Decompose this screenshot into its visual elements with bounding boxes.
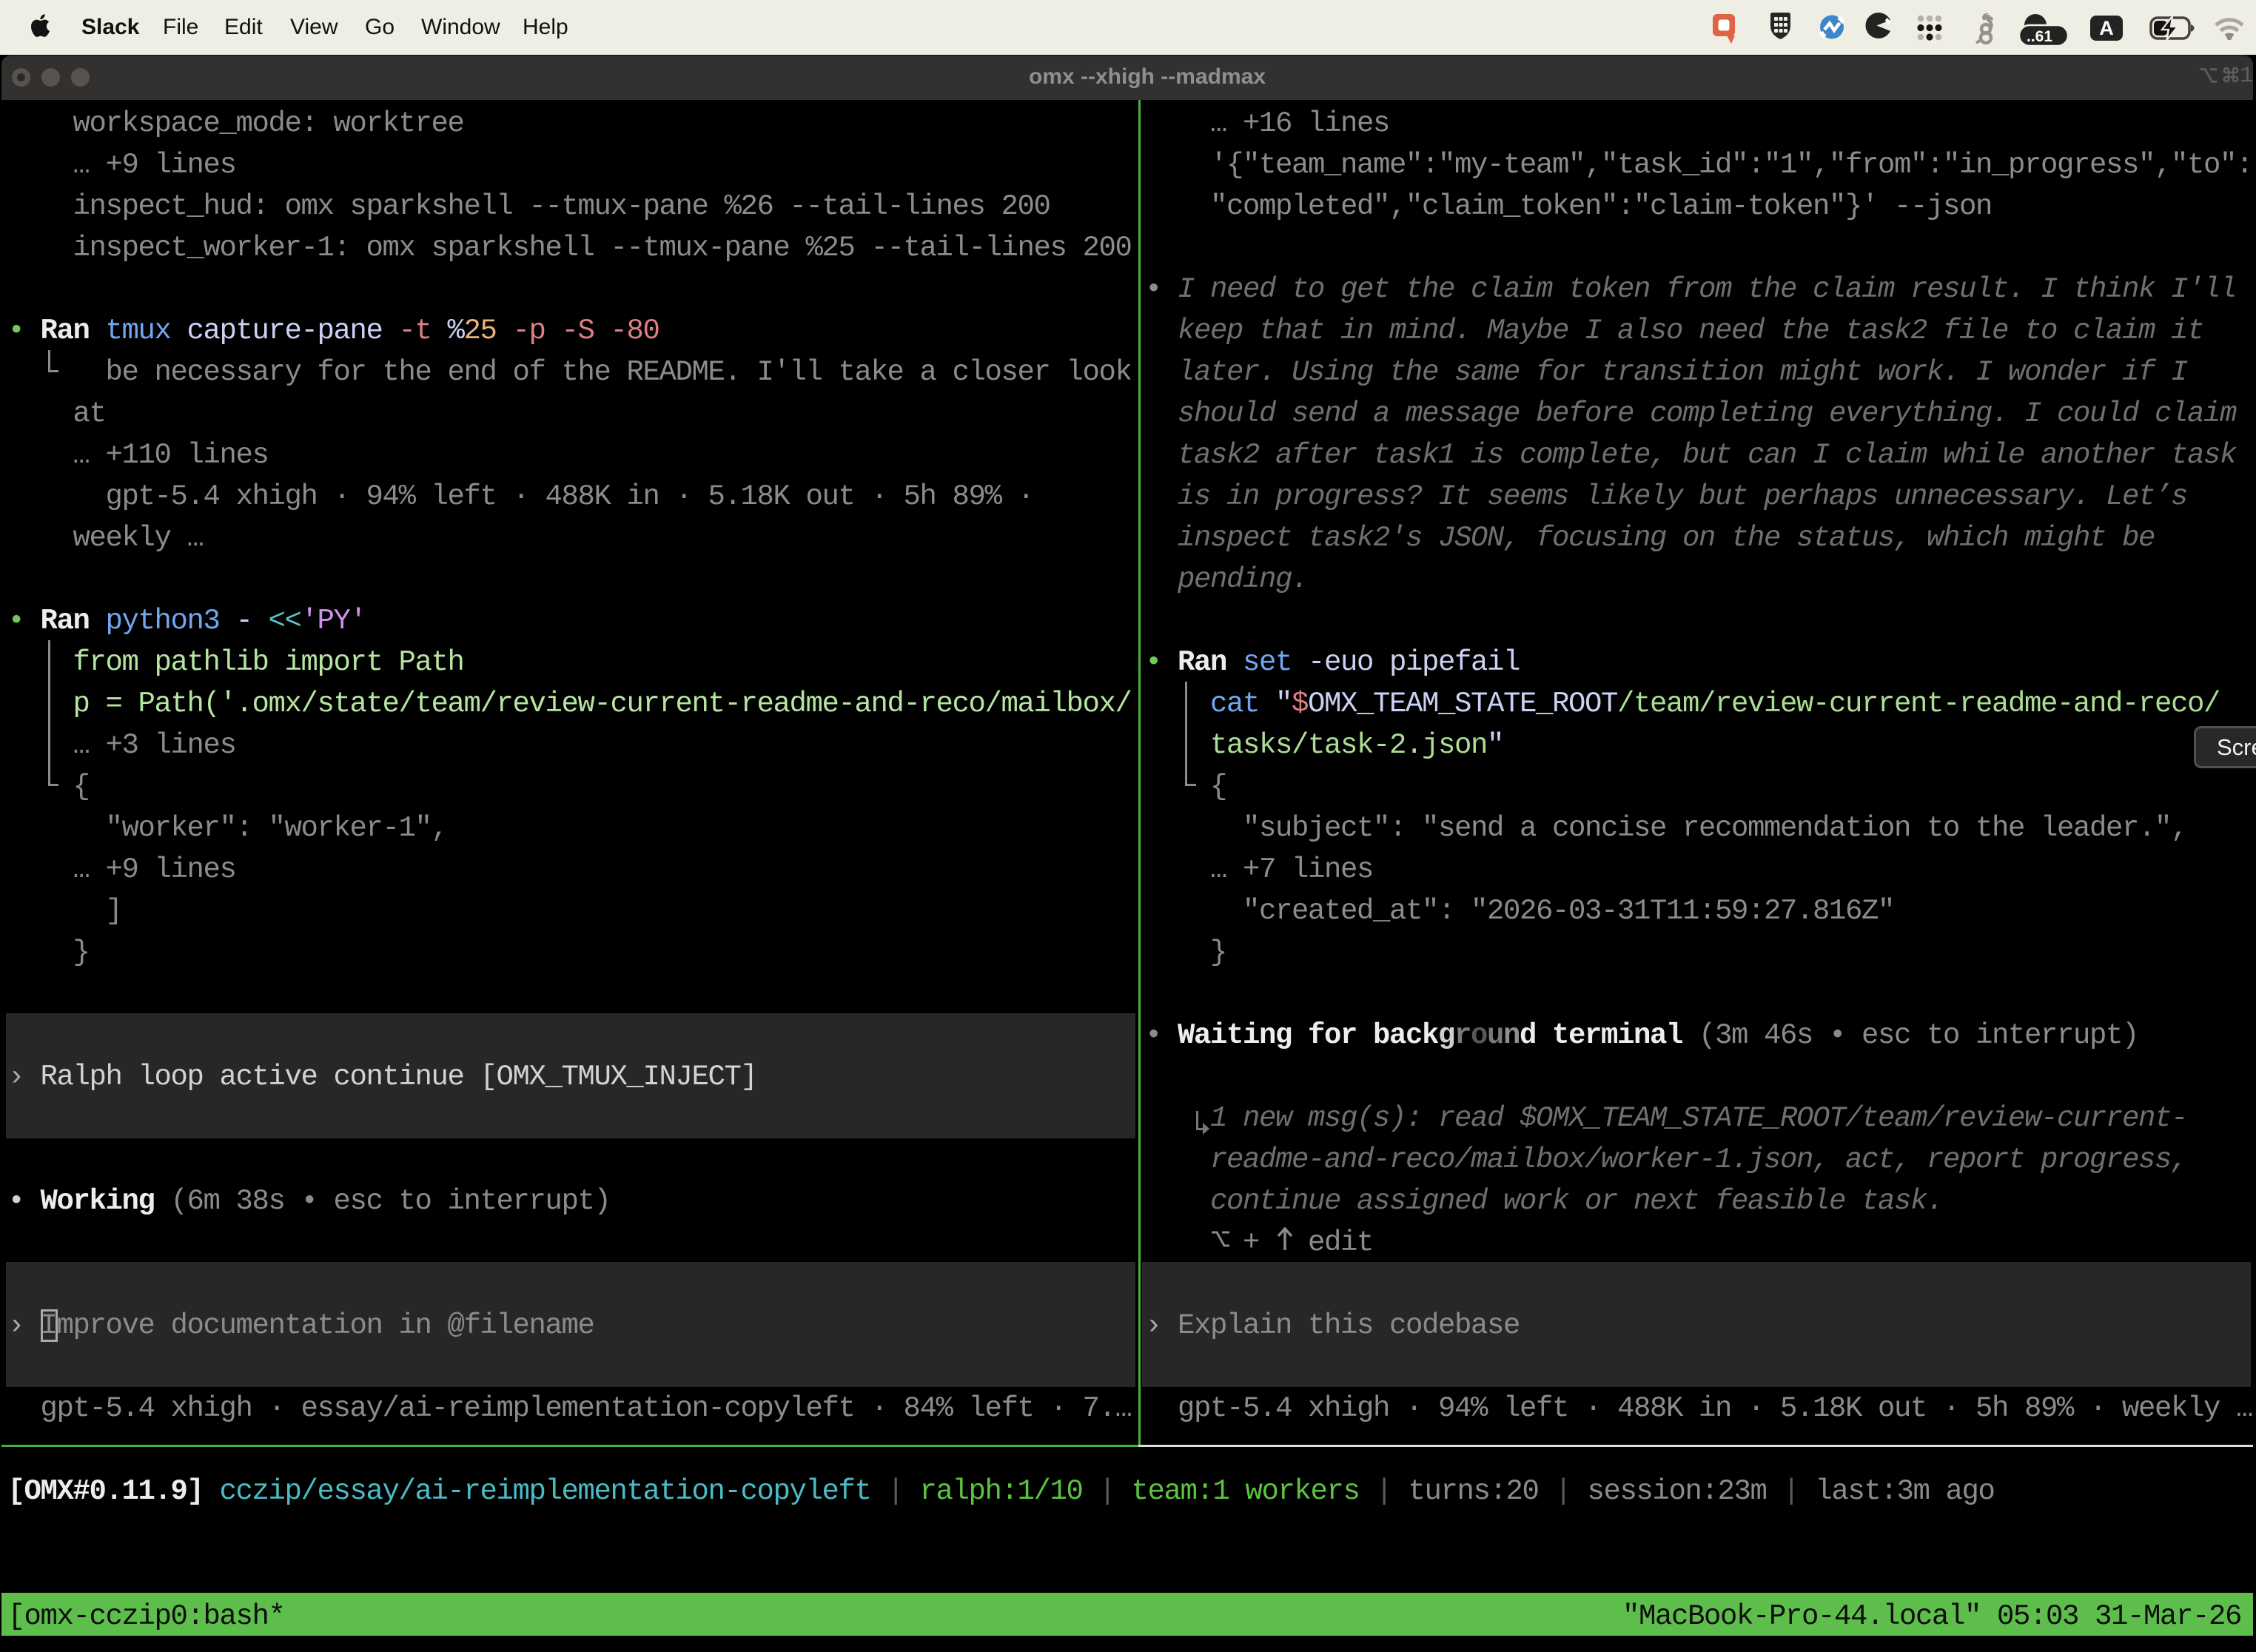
svg-text:..61: ..61	[2027, 28, 2052, 45]
